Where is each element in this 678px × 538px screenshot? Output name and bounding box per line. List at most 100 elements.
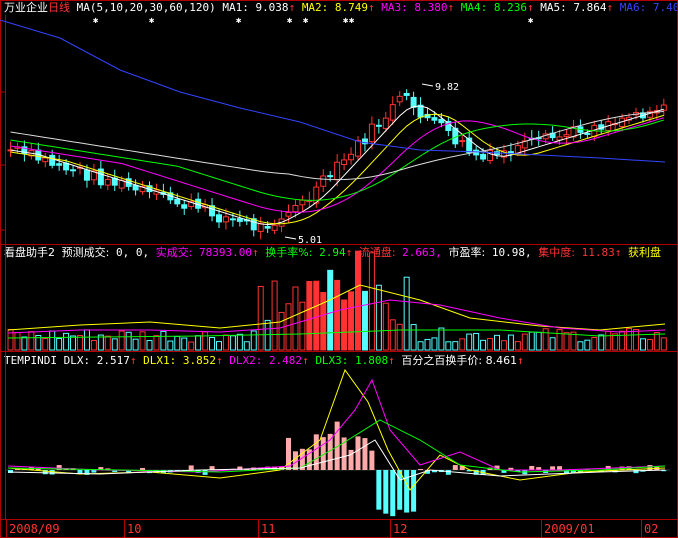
volume-bar <box>90 340 97 351</box>
volume-bar <box>181 337 188 351</box>
candle-body <box>584 132 591 135</box>
volume-bar <box>83 329 90 351</box>
indicator-bar <box>188 465 194 470</box>
volume-bar <box>473 332 480 351</box>
volume-bar <box>639 338 646 351</box>
volume-bar <box>14 332 21 351</box>
volume-bar <box>605 330 612 351</box>
candle-body <box>382 117 389 129</box>
candle-body <box>459 140 466 143</box>
indicator-bar <box>529 465 535 470</box>
candle-body <box>264 226 271 229</box>
volume-bar <box>660 337 667 351</box>
volume-bar <box>368 252 375 351</box>
volume-bar <box>577 341 584 351</box>
volume-bar <box>195 335 202 351</box>
candle-body <box>257 223 264 232</box>
candle-body <box>271 224 278 231</box>
volume-bar <box>612 333 619 351</box>
indicator-bar <box>369 450 375 470</box>
volume-bar <box>320 292 327 351</box>
volume-bar <box>431 337 438 351</box>
candle-body <box>431 117 438 121</box>
time-axis: 2008/09 10 11 12 2009/01 02 <box>0 520 678 538</box>
volume-bar <box>222 334 229 351</box>
volume-bar <box>417 341 424 351</box>
volume-bar <box>188 341 195 351</box>
volume-bar <box>104 335 111 351</box>
volume-bar <box>250 330 257 351</box>
volume-bar <box>313 280 320 351</box>
candle-body <box>389 104 396 121</box>
volume-bar <box>111 338 118 351</box>
volume-bar <box>49 330 56 351</box>
candle-body <box>480 153 487 160</box>
volume-bar <box>591 336 598 351</box>
candle-body <box>104 178 111 186</box>
chart-canvas[interactable]: 9.825.01✱ ✱ ✱ ✱ ✱ ✱ ✱ ✱ <box>0 0 678 538</box>
candle-body <box>341 159 348 165</box>
volume-bar <box>646 339 653 351</box>
indicator-bar <box>376 470 382 510</box>
candle-body <box>229 218 236 221</box>
candle-body <box>438 118 445 124</box>
volume-bar <box>306 281 313 351</box>
volume-bar <box>514 341 521 351</box>
candle-body <box>181 204 188 209</box>
volume-bar <box>299 301 306 351</box>
time-axis-label: 12 <box>393 522 408 536</box>
volume-bar <box>160 330 167 351</box>
volume-bar <box>549 337 556 351</box>
volume-bar <box>389 319 396 351</box>
time-axis-label: 10 <box>127 522 142 536</box>
candle-body <box>348 153 355 161</box>
marker-star-icon: ✱ <box>349 16 355 26</box>
time-axis-label: 11 <box>261 522 276 536</box>
marker-star-icon: ✱ <box>149 16 155 26</box>
indicator-bar <box>445 470 451 475</box>
volume-bar <box>487 337 494 351</box>
volume-bar <box>257 285 264 351</box>
candle-body <box>49 154 56 166</box>
volume-bar <box>598 334 605 351</box>
indicator-bar <box>91 470 97 473</box>
volume-bar <box>494 334 500 351</box>
volume-bar <box>535 331 542 351</box>
volume-bar <box>355 250 361 351</box>
candle-body <box>334 161 341 181</box>
candle-body <box>83 169 90 181</box>
volume-bar <box>403 276 410 351</box>
indicator-bar <box>362 438 368 470</box>
volume-bar <box>174 335 181 351</box>
marker-star-icon: ✱ <box>93 16 99 26</box>
volume-bar <box>361 290 368 351</box>
indicator-bar <box>550 466 556 470</box>
indicator-bar <box>202 470 208 475</box>
candle-body <box>320 175 327 187</box>
volume-bar <box>528 331 535 351</box>
ma6-line <box>0 19 666 163</box>
volume-bar <box>264 319 271 351</box>
volume-bar <box>334 279 341 351</box>
marker-star-icon: ✱ <box>236 16 242 26</box>
time-axis-label: 2008/09 <box>9 522 60 536</box>
volume-bar <box>271 280 278 351</box>
marker-star-icon: ✱ <box>528 16 534 26</box>
volume-bar <box>216 341 222 351</box>
candle-body <box>222 216 229 223</box>
volume-bar <box>445 341 452 351</box>
indicator-bar <box>292 451 298 470</box>
time-axis-label: 02 <box>644 522 659 536</box>
candle-body <box>299 199 306 206</box>
volume-bar <box>21 336 28 351</box>
indicator-bar <box>77 470 83 474</box>
indicator-bar <box>390 470 396 517</box>
volume-bar <box>410 324 417 351</box>
candle-body <box>355 139 361 157</box>
volume-bar <box>167 340 174 351</box>
candle-body <box>563 134 570 137</box>
indicator-bar <box>404 470 410 513</box>
volume-bar <box>139 331 146 351</box>
candle-body <box>375 124 382 127</box>
volume-bar <box>382 302 389 351</box>
